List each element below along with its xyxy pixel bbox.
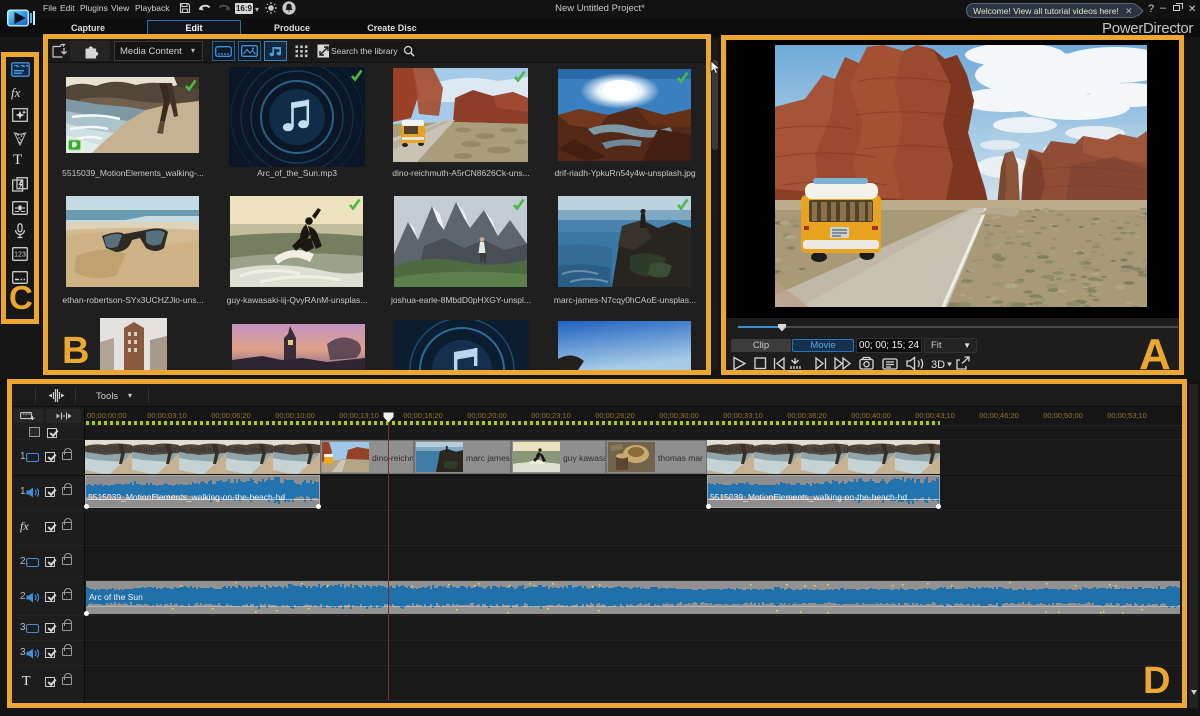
svg-text:3D: 3D — [931, 359, 945, 371]
